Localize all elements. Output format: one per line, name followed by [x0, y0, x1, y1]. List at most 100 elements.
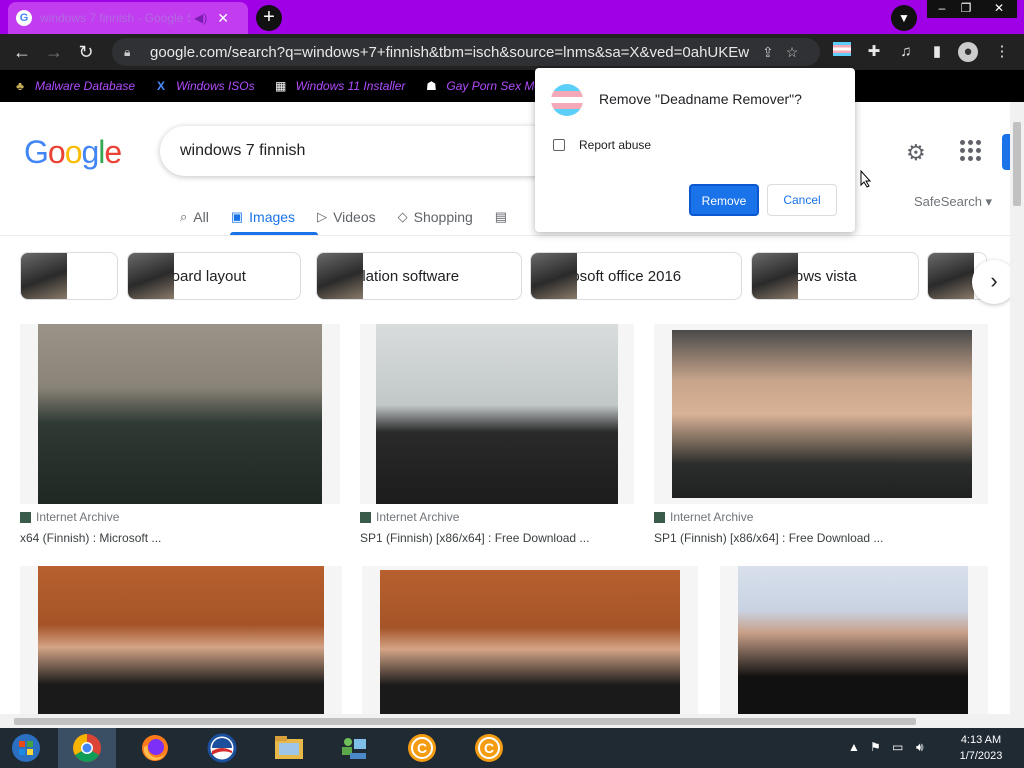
result-image[interactable] [20, 566, 342, 714]
result-source[interactable]: Internet Archive [654, 510, 753, 524]
result-image[interactable] [720, 566, 988, 714]
chip-translation-software[interactable]: translation software [316, 252, 522, 300]
archive-icon [360, 511, 371, 523]
start-button[interactable] [10, 732, 42, 764]
volume-icon[interactable]: 🔊︎ [916, 740, 924, 755]
tag-icon: ◇ [397, 209, 408, 224]
tab-close-icon[interactable]: ✕ [217, 10, 229, 27]
news-icon: ▤ [494, 209, 508, 224]
bookmark-star-icon[interactable]: ☆ [786, 44, 799, 61]
file-explorer-icon[interactable] [273, 732, 305, 764]
reload-button[interactable]: ↻ [74, 40, 98, 64]
image-icon: ▣ [230, 209, 244, 224]
window-close-button[interactable]: ✕ [981, 0, 1017, 18]
obama-logo-icon[interactable] [206, 732, 238, 764]
network-app-icon[interactable] [338, 732, 370, 764]
chip-windows-vista[interactable]: windows vista [751, 252, 919, 300]
logo-letter: o [47, 134, 66, 170]
side-panel-icon[interactable]: ▮ [927, 42, 947, 62]
speaker-icon[interactable]: ◀) [194, 11, 207, 25]
result-photo [738, 566, 968, 714]
bug-icon: ♣ [16, 79, 24, 93]
apps-grid-icon[interactable] [958, 138, 982, 162]
share-icon[interactable]: ⇪ [762, 44, 774, 61]
checkbox-label[interactable]: Report abuse [579, 138, 651, 152]
x-icon: X [157, 79, 166, 93]
divider [0, 235, 1010, 236]
forward-button[interactable]: → [42, 40, 66, 64]
bookmark-item[interactable]: X Windows ISOs [153, 78, 255, 94]
chip-dell[interactable]: dell [20, 252, 118, 300]
result-caption[interactable]: x64 (Finnish) : Microsoft ... [20, 531, 161, 545]
result-image[interactable] [20, 324, 340, 504]
page-content: Google windows 7 finnish ⚙ ⌕ All ▣ Images … [0, 102, 1010, 714]
tab-images[interactable]: ▣ Images [231, 202, 295, 232]
tab-videos[interactable]: ▷ Videos [317, 202, 376, 232]
lock-icon[interactable]: 🔒︎ [124, 45, 140, 60]
tab-bar: G windows 7 finnish - Google Search ◀) ✕… [0, 0, 1024, 34]
search-type-tabs: ⌕ All ▣ Images ▷ Videos ◇ Shopping ▤ [180, 202, 535, 232]
network-icon[interactable]: ▭ [892, 740, 903, 754]
ccleaner-icon[interactable]: C [473, 732, 505, 764]
tab-news[interactable]: ▤ [495, 202, 513, 232]
result-source[interactable]: Internet Archive [20, 510, 119, 524]
sign-in-button-edge[interactable] [1002, 134, 1010, 170]
windows-taskbar: C C ▲ ⚑ ▭ 🔊︎ 4:13 AM 1/7/2023 [0, 728, 1024, 768]
scroll-thumb[interactable] [1013, 122, 1021, 206]
maximize-button[interactable]: ❐ [951, 0, 981, 18]
chevron-right-icon[interactable]: › [972, 260, 1010, 304]
back-button[interactable]: ← [10, 40, 34, 64]
chip-thumbnail [128, 253, 174, 299]
chrome-icon[interactable] [71, 732, 103, 764]
tab-search-button[interactable]: ▼ [891, 5, 917, 31]
result-image[interactable] [362, 566, 698, 714]
vertical-scrollbar[interactable] [1010, 102, 1024, 728]
result-photo [672, 330, 972, 498]
search-input[interactable]: windows 7 finnish [160, 126, 580, 176]
profile-avatar-icon[interactable]: ● [958, 42, 978, 62]
tab-label: Images [249, 209, 296, 225]
cancel-button[interactable]: Cancel [767, 184, 837, 216]
source-name: Internet Archive [36, 510, 120, 524]
result-photo [380, 570, 680, 714]
result-caption[interactable]: SP1 (Finnish) [x86/x64] : Free Download … [360, 531, 589, 545]
chip-keyboard-layout[interactable]: keyboard layout [127, 252, 301, 300]
trans-flag-extension-icon[interactable] [832, 42, 852, 62]
search-query: windows 7 finnish [180, 142, 306, 159]
result-image[interactable] [654, 324, 988, 504]
google-logo[interactable]: Google [24, 134, 122, 171]
tab-label: All [193, 209, 209, 225]
result-source[interactable]: Internet Archive [360, 510, 459, 524]
gear-icon[interactable]: ⚙ [906, 140, 926, 166]
window-icon: ▦ [274, 79, 287, 93]
flag-icon[interactable]: ⚑ [870, 740, 881, 754]
ccleaner-icon[interactable]: C [406, 732, 438, 764]
remove-extension-dialog: Remove "Deadname Remover"? Report abuse … [535, 68, 855, 232]
scroll-thumb[interactable] [14, 718, 916, 725]
report-abuse-checkbox[interactable] [553, 139, 565, 151]
bookmark-item[interactable]: ▦ Windows 11 Installer [273, 78, 405, 94]
remove-button[interactable]: Remove [689, 184, 759, 216]
horizontal-scrollbar[interactable] [0, 714, 1010, 728]
safesearch-dropdown[interactable]: SafeSearch ▾ [914, 194, 992, 210]
bookmark-item[interactable]: ♣ Malware Database [12, 78, 135, 94]
play-icon: ▷ [317, 209, 328, 224]
result-caption[interactable]: SP1 (Finnish) [x86/x64] : Free Download … [654, 531, 883, 545]
result-image[interactable] [360, 324, 634, 504]
clock-time: 4:13 AM [960, 734, 1002, 746]
logo-letter: o [64, 134, 83, 170]
archive-icon [20, 511, 31, 523]
system-clock[interactable]: 4:13 AM 1/7/2023 [948, 732, 1014, 764]
show-hidden-icons-button[interactable]: ▲ [848, 740, 860, 754]
chip-microsoft-office-2016[interactable]: microsoft office 2016 [530, 252, 742, 300]
kebab-menu-icon[interactable]: ⋮ [992, 42, 1012, 62]
firefox-icon[interactable] [139, 732, 171, 764]
address-bar[interactable]: 🔒︎ google.com/search?q=windows+7+finnish… [112, 38, 820, 66]
archive-icon [654, 511, 665, 523]
new-tab-button[interactable]: + [256, 5, 282, 31]
extensions-puzzle-icon[interactable]: ✚ [864, 42, 884, 62]
tab-shopping[interactable]: ◇ Shopping [398, 202, 473, 232]
tab-all[interactable]: ⌕ All [180, 202, 209, 232]
browser-tab[interactable]: G windows 7 finnish - Google Search ◀) ✕ [8, 2, 248, 34]
media-control-icon[interactable]: ♫ [896, 42, 916, 62]
